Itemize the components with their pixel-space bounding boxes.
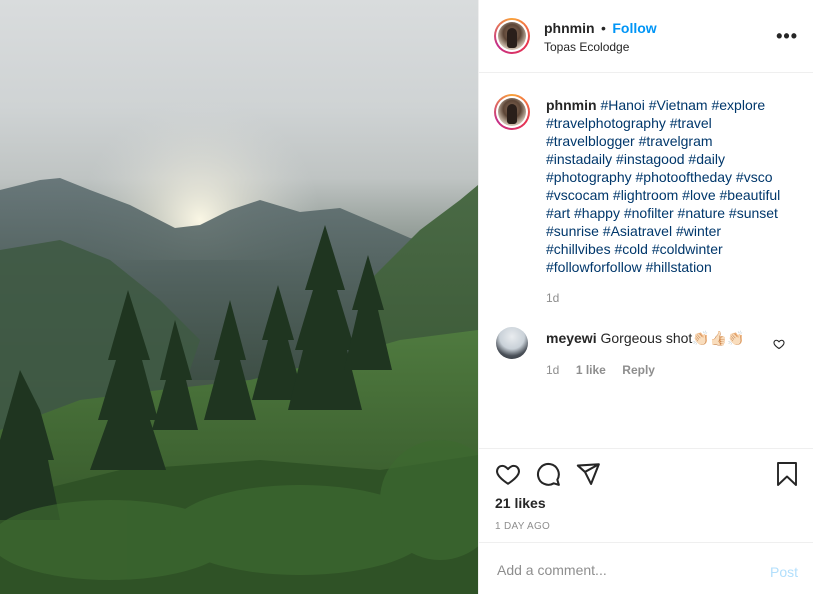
comment-timestamp[interactable]: 1d [546, 363, 559, 377]
avatar-photo [498, 22, 526, 50]
author-avatar[interactable] [494, 18, 530, 54]
save-bookmark-icon[interactable] [775, 461, 799, 487]
post-details-panel: phnmin • Follow Topas Ecolodge ••• phnmi… [478, 0, 813, 594]
comment-reply-button[interactable]: Reply [622, 363, 655, 377]
commenter-avatar[interactable] [496, 327, 528, 359]
post-comment-button[interactable]: Post [770, 564, 798, 580]
hashtag-line[interactable]: #instadaily #instagood #daily [546, 151, 725, 167]
follow-button[interactable]: Follow [612, 20, 656, 36]
add-comment-input[interactable] [495, 559, 749, 581]
post-header: phnmin • Follow Topas Ecolodge ••• [479, 0, 813, 73]
author-username[interactable]: phnmin [544, 20, 595, 36]
caption-author-avatar[interactable] [494, 94, 530, 130]
like-heart-icon[interactable] [495, 461, 521, 487]
hashtag-line[interactable]: #followforfollow #hillstation [546, 259, 712, 275]
separator-dot: • [601, 20, 606, 36]
comment-likes[interactable]: 1 like [576, 363, 606, 377]
caption-timestamp[interactable]: 1d [546, 291, 559, 305]
share-send-icon[interactable] [575, 461, 601, 487]
post-photo[interactable] [0, 0, 478, 594]
post-caption: phnmin #Hanoi #Vietnam #explore #travelp… [546, 96, 801, 276]
post-location[interactable]: Topas Ecolodge [544, 40, 629, 54]
hashtag-line[interactable]: #chillvibes #cold #coldwinter [546, 241, 723, 257]
more-options-icon[interactable]: ••• [776, 27, 798, 45]
comment-emoji: 👏🏻👍🏻👏🏻 [692, 331, 745, 347]
hashtag-line[interactable]: #travelphotography #travel [546, 115, 712, 131]
commenter-username[interactable]: meyewi [546, 330, 597, 346]
comment-body: meyewi Gorgeous shot👏🏻👍🏻👏🏻 [546, 329, 766, 348]
hashtag-line[interactable]: #vscocam #lightroom #love #beautiful [546, 187, 780, 203]
hashtag-line[interactable]: #photography #photooftheday #vsco [546, 169, 773, 185]
hashtag-line[interactable]: #sunrise #Asiatravel #winter [546, 223, 721, 239]
landscape-photo [0, 0, 478, 594]
comment-like-heart-icon[interactable] [773, 338, 785, 350]
likes-count[interactable]: 21 likes [495, 495, 546, 511]
hashtag-line[interactable]: #travelblogger #travelgram [546, 133, 713, 149]
hashtag-line[interactable]: #Hanoi #Vietnam #explore [600, 97, 765, 113]
comment-bubble-icon[interactable] [535, 461, 561, 487]
caption-username[interactable]: phnmin [546, 97, 597, 113]
avatar-photo [498, 98, 526, 126]
post-date[interactable]: 1 DAY AGO [495, 521, 550, 532]
add-comment-bar: Post [479, 542, 813, 594]
comment-text: Gorgeous shot [600, 330, 693, 346]
hashtag-line[interactable]: #art #happy #nofilter #nature #sunset [546, 205, 778, 221]
